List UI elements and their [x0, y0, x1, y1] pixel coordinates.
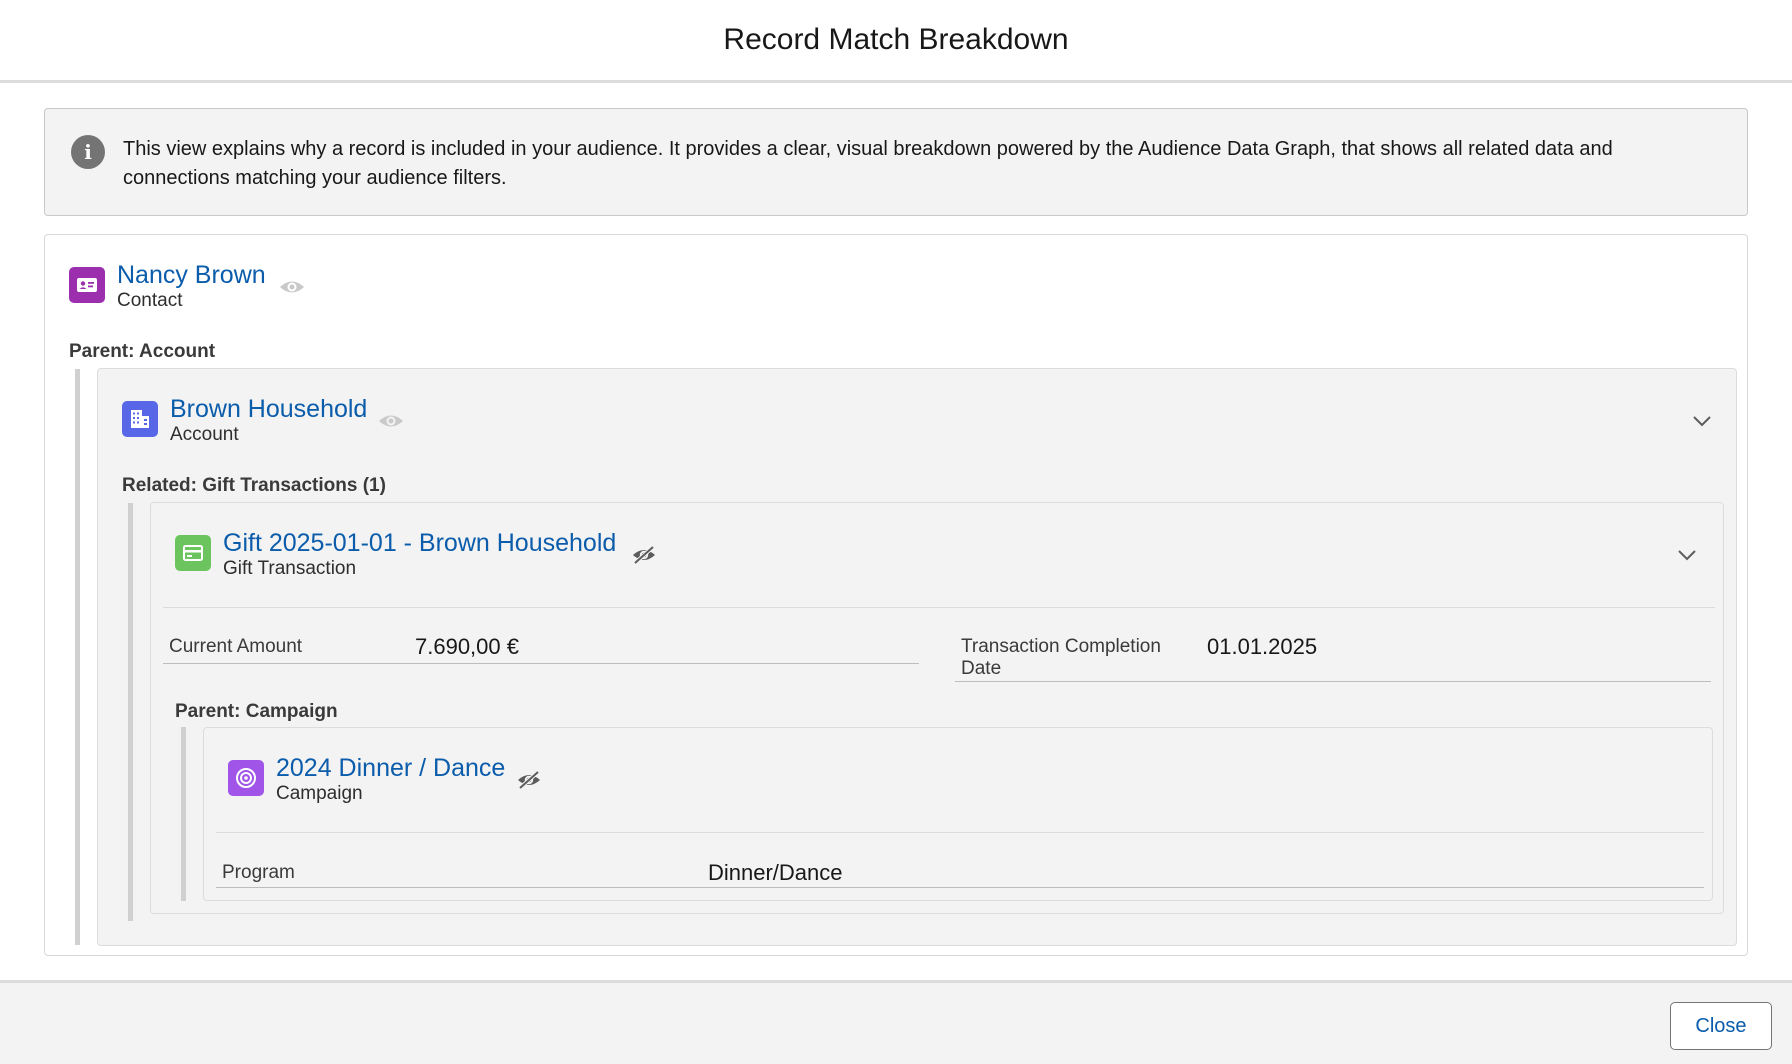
tree-connector: [181, 727, 186, 901]
current-amount-value: 7.690,00 €: [415, 634, 519, 659]
info-text: This view explains why a record is inclu…: [123, 138, 1613, 189]
gift-name-link[interactable]: Gift 2025-01-01 - Brown Household: [223, 529, 616, 558]
eye-icon[interactable]: [279, 277, 305, 297]
account-panel: Brown Household Account Related: Gift Tr…: [97, 368, 1737, 946]
contact-icon: [69, 267, 105, 303]
contact-type: Contact: [117, 290, 183, 311]
modal-title: Record Match Breakdown: [723, 23, 1069, 56]
account-name-link[interactable]: Brown Household: [170, 395, 367, 424]
campaign-name-link[interactable]: 2024 Dinner / Dance: [276, 754, 505, 783]
gift-type: Gift Transaction: [223, 558, 357, 579]
divider: [163, 607, 1715, 608]
program-label: Program: [222, 862, 295, 883]
parent-account-label: Parent: Account: [69, 341, 216, 362]
modal-header: Record Match Breakdown: [0, 0, 1792, 83]
field-underline: [216, 887, 1704, 888]
field-underline: [163, 663, 919, 664]
current-amount-label: Current Amount: [169, 636, 303, 657]
eye-slash-icon[interactable]: [631, 545, 657, 565]
gift-icon: [175, 535, 211, 571]
chevron-down-icon[interactable]: [1677, 548, 1697, 562]
related-gifts-label: Related: Gift Transactions (1): [122, 475, 386, 496]
tree-connector: [128, 503, 133, 921]
divider: [216, 832, 1704, 833]
gift-panel: Gift 2025-01-01 - Brown Household Gift T…: [150, 502, 1724, 914]
contact-name-link[interactable]: Nancy Brown: [117, 261, 266, 290]
transaction-date-value: 01.01.2025: [1207, 634, 1318, 659]
info-banner: i This view explains why a record is inc…: [44, 108, 1748, 216]
modal-footer: [0, 980, 1792, 1064]
eye-icon[interactable]: [378, 411, 404, 431]
info-icon: i: [71, 135, 105, 169]
campaign-panel: 2024 Dinner / Dance Campaign Program Din…: [203, 727, 1713, 901]
campaign-type: Campaign: [276, 783, 363, 804]
chevron-down-icon[interactable]: [1692, 414, 1712, 428]
eye-slash-icon[interactable]: [516, 770, 542, 790]
record-tree-card: Nancy Brown Contact Parent: Account Brow…: [44, 234, 1748, 956]
field-underline: [955, 681, 1711, 682]
account-type: Account: [170, 424, 239, 445]
account-icon: [122, 401, 158, 437]
building-icon: [131, 410, 149, 428]
contact-card-icon: [77, 278, 97, 292]
transaction-date-label: Transaction Completion Date: [961, 636, 1161, 679]
program-value: Dinner/Dance: [708, 860, 843, 885]
close-button[interactable]: Close: [1670, 1002, 1772, 1050]
tree-connector: [75, 369, 80, 945]
target-icon: [236, 768, 256, 788]
credit-card-icon: [183, 545, 203, 561]
campaign-icon: [228, 760, 264, 796]
parent-campaign-label: Parent: Campaign: [175, 701, 338, 722]
